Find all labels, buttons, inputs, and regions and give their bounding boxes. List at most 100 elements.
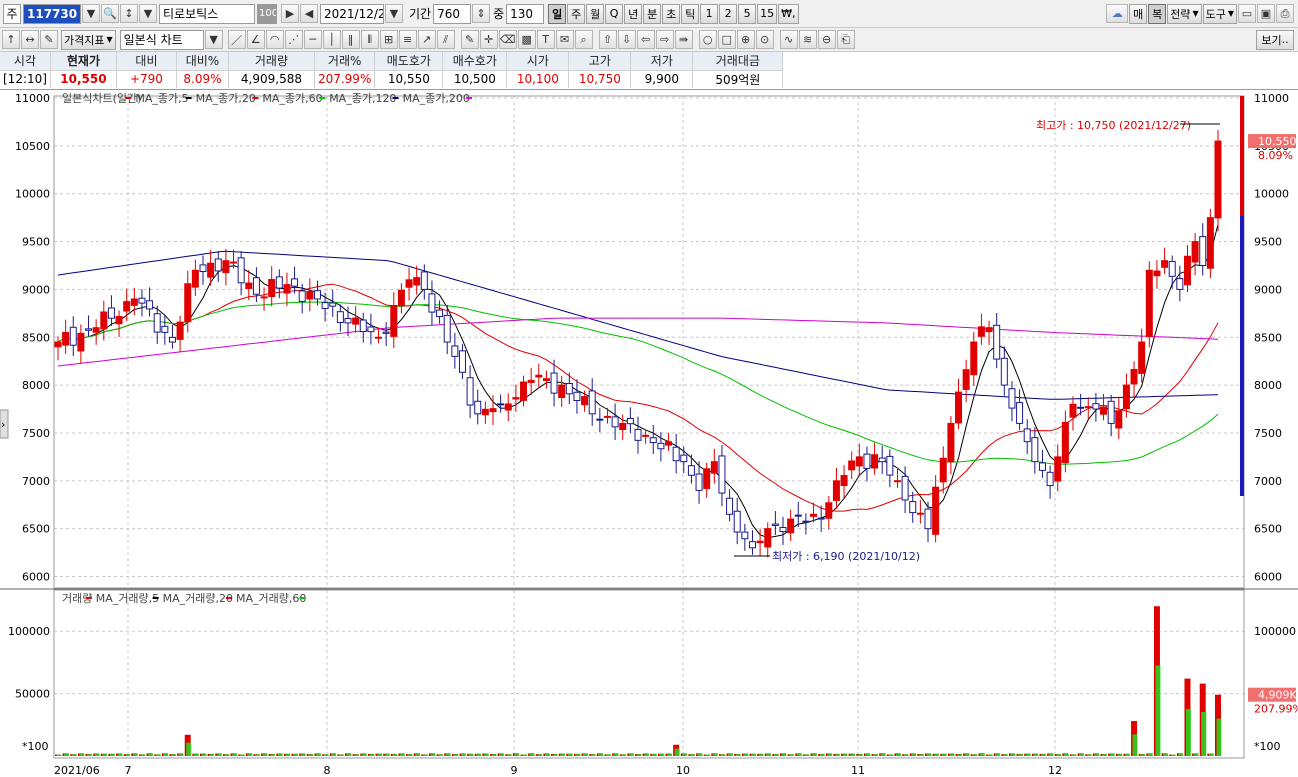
trend-up-tool-icon[interactable]: ↗: [417, 30, 436, 49]
vline-tool-icon[interactable]: │: [322, 30, 341, 49]
candle-down: [565, 382, 573, 395]
grid-tool-icon[interactable]: ⊞: [379, 30, 398, 49]
stock-code-input[interactable]: 117730: [23, 3, 81, 24]
stock-name-field[interactable]: 티로보틱스: [159, 3, 255, 24]
toolbar-button-sell[interactable]: 매: [1129, 3, 1148, 24]
period-spinner-icon[interactable]: ⇕: [472, 4, 491, 23]
arrow-right-tool-icon[interactable]: ⇨: [655, 30, 674, 49]
interval-button-12[interactable]: ₩,: [778, 3, 799, 24]
volume-ma-bar: [766, 753, 772, 756]
toolbar-button-multi[interactable]: 복: [1148, 3, 1167, 24]
cycle-lines-tool-icon[interactable]: ⦀: [360, 30, 379, 49]
edit-icon[interactable]: ✎: [40, 30, 58, 49]
target-tool-icon[interactable]: ⊙: [755, 30, 774, 49]
arrow-right-alt-tool-icon[interactable]: ⇛: [674, 30, 693, 49]
fan-tool-icon[interactable]: ⋰: [284, 30, 303, 49]
note-tool-icon[interactable]: ✉: [555, 30, 574, 49]
interval-button-11[interactable]: 15: [757, 3, 778, 24]
interval-button-4[interactable]: 년: [624, 3, 643, 24]
interval-button-7[interactable]: 틱: [681, 3, 700, 24]
candle-down: [741, 531, 749, 540]
print-icon[interactable]: ⎙: [1276, 4, 1294, 23]
volume-ma-bar: [895, 753, 901, 756]
quote-value-cell: [12:10]: [0, 70, 51, 88]
code-dropdown-icon[interactable]: ▼: [82, 4, 100, 23]
eraser-tool-icon[interactable]: ⌫: [498, 30, 517, 49]
interval-button-8[interactable]: 1: [700, 3, 719, 24]
wave-alt-tool-icon[interactable]: ≋: [798, 30, 817, 49]
view-dots-icon: ..: [1281, 33, 1289, 46]
interval-button-0[interactable]: 일: [548, 3, 567, 24]
zoom-out-tool-icon[interactable]: ⊖: [817, 30, 836, 49]
fib-lines-tool-icon[interactable]: ≡: [398, 30, 417, 49]
menu-dropdown-icon[interactable]: ▼: [139, 4, 157, 23]
sort-icon[interactable]: ↕: [120, 4, 138, 23]
candle-up: [932, 486, 940, 535]
interval-button-2[interactable]: 월: [586, 3, 605, 24]
candle-down: [466, 377, 474, 406]
candle-down: [771, 523, 779, 527]
chart-type-dropdown-icon[interactable]: ▼: [204, 30, 223, 49]
arrow-up-tool-icon[interactable]: ⇧: [598, 30, 617, 49]
pan-up-icon[interactable]: ↑: [2, 30, 20, 49]
quote-header-row: 시각 현재가 대비 대비% 거래량 거래% 매도호가 매수호가 시가 고가 저가 거래대금: [0, 52, 784, 71]
candle-down: [428, 293, 436, 313]
parallel-tool-icon[interactable]: ⫽: [436, 30, 455, 49]
overlap-input[interactable]: 130: [506, 3, 545, 24]
crosshair-tool-icon[interactable]: ✛: [479, 30, 498, 49]
candle-up: [62, 331, 70, 346]
zoom-tool-icon[interactable]: ⌕: [574, 30, 593, 49]
save-icon[interactable]: ▣: [1257, 4, 1275, 23]
hline-tool-icon[interactable]: ─: [303, 30, 322, 49]
quote-table: 시각 현재가 대비 대비% 거래량 거래% 매도호가 매수호가 시가 고가 저가 거래대금 [12:1…: [0, 52, 784, 88]
toolbar-button-tools[interactable]: 도구 ▼: [1202, 3, 1237, 24]
candle-down: [779, 527, 787, 533]
arrow-down-tool-icon[interactable]: ⇩: [617, 30, 636, 49]
indicator-button[interactable]: 가격지표 ▼: [61, 29, 116, 50]
volume-ma-bar: [239, 754, 245, 756]
interval-button-3[interactable]: Q: [605, 3, 624, 24]
volume-ma-bar: [636, 754, 642, 756]
volume-ma-bar: [537, 754, 543, 756]
interval-button-1[interactable]: 주: [567, 3, 586, 24]
arrow-left-tool-icon[interactable]: ⇦: [636, 30, 655, 49]
chart-type-select[interactable]: 일본식 차트: [119, 29, 204, 50]
view-button[interactable]: 보기..: [1256, 29, 1294, 50]
volume-unit-left: *100: [22, 740, 49, 753]
text-tool-icon[interactable]: T: [536, 30, 555, 49]
search-icon[interactable]: 🔍: [101, 4, 119, 23]
bookmark-tool-icon[interactable]: ⎗: [836, 30, 855, 49]
pencil-tool-icon[interactable]: ✎: [460, 30, 479, 49]
rectangle-tool-icon[interactable]: □: [717, 30, 736, 49]
volume-ma-bar: [827, 753, 833, 756]
period-input[interactable]: 760: [433, 3, 472, 24]
stock-chart[interactable]: 6000 6000 6500 6500 7000 7000 7500 7500 8000 8000…: [0, 90, 1298, 777]
wave-tool-icon[interactable]: ∿: [779, 30, 798, 49]
prev-play-icon[interactable]: ◀: [300, 4, 318, 23]
circle-tool-icon[interactable]: ○: [698, 30, 717, 49]
interval-button-10[interactable]: 5: [738, 3, 757, 24]
cloud-icon[interactable]: ☁: [1106, 4, 1129, 23]
interval-button-5[interactable]: 분: [643, 3, 662, 24]
volume-ma-bar: [667, 753, 673, 756]
price-tick-left-8000: 8000: [22, 379, 50, 392]
volume-ma-bar: [483, 753, 489, 756]
volume-ma-bar: [804, 754, 810, 756]
multi-vline-tool-icon[interactable]: ‖: [341, 30, 360, 49]
pan-horizontal-icon[interactable]: ↔: [21, 30, 39, 49]
line-tool-icon[interactable]: ／: [227, 30, 246, 49]
candle-down: [107, 307, 115, 319]
arc-tool-icon[interactable]: ◠: [265, 30, 284, 49]
volume-ma-bar: [361, 753, 367, 756]
folder-open-icon[interactable]: ▭: [1238, 4, 1256, 23]
fill-tool-icon[interactable]: ▩: [517, 30, 536, 49]
interval-button-9[interactable]: 2: [719, 3, 738, 24]
next-play-icon[interactable]: ▶: [281, 4, 299, 23]
angle-line-tool-icon[interactable]: ∠: [246, 30, 265, 49]
date-dropdown-icon[interactable]: ▼: [385, 4, 403, 23]
date-input[interactable]: 2021/12/27: [320, 3, 384, 24]
toolbar-button-strategy[interactable]: 전략 ▼: [1167, 3, 1202, 24]
interval-button-6[interactable]: 초: [662, 3, 681, 24]
volume-ma-bar: [972, 754, 978, 756]
zoom-in-tool-icon[interactable]: ⊕: [736, 30, 755, 49]
